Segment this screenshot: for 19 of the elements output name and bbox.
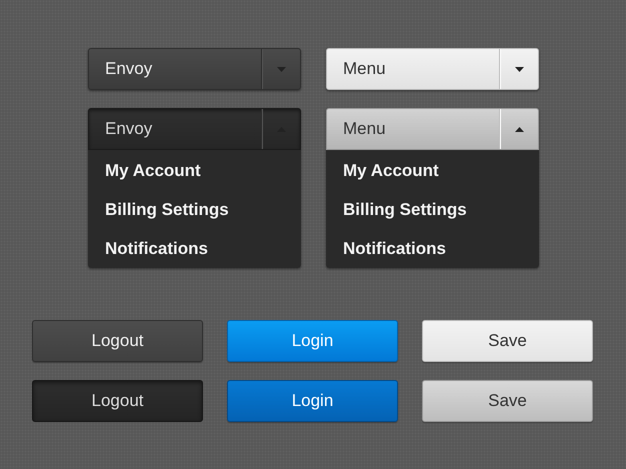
menu-item[interactable]: My Account xyxy=(88,151,301,190)
dropdown-toggle[interactable]: Envoy xyxy=(88,48,301,90)
caret-icon xyxy=(276,66,286,72)
caret-icon xyxy=(514,66,524,72)
menu-item[interactable]: My Account xyxy=(326,151,539,190)
action-button[interactable]: Save xyxy=(422,320,593,362)
menu-item[interactable]: Billing Settings xyxy=(88,190,301,229)
action-button[interactable]: Login xyxy=(227,320,398,362)
menu-item[interactable]: Notifications xyxy=(326,229,539,268)
action-button[interactable]: Save xyxy=(422,380,593,422)
action-button[interactable]: Logout xyxy=(32,320,203,362)
caret-icon xyxy=(514,126,524,132)
dropdown-toggle[interactable]: Menu xyxy=(326,108,539,150)
action-button[interactable]: Logout xyxy=(32,380,203,422)
menu-item[interactable]: Notifications xyxy=(88,229,301,268)
action-button[interactable]: Login xyxy=(227,380,398,422)
dropdown-toggle[interactable]: Envoy xyxy=(88,108,301,150)
menu-item[interactable]: Billing Settings xyxy=(326,190,539,229)
dropdown-toggle[interactable]: Menu xyxy=(326,48,539,90)
